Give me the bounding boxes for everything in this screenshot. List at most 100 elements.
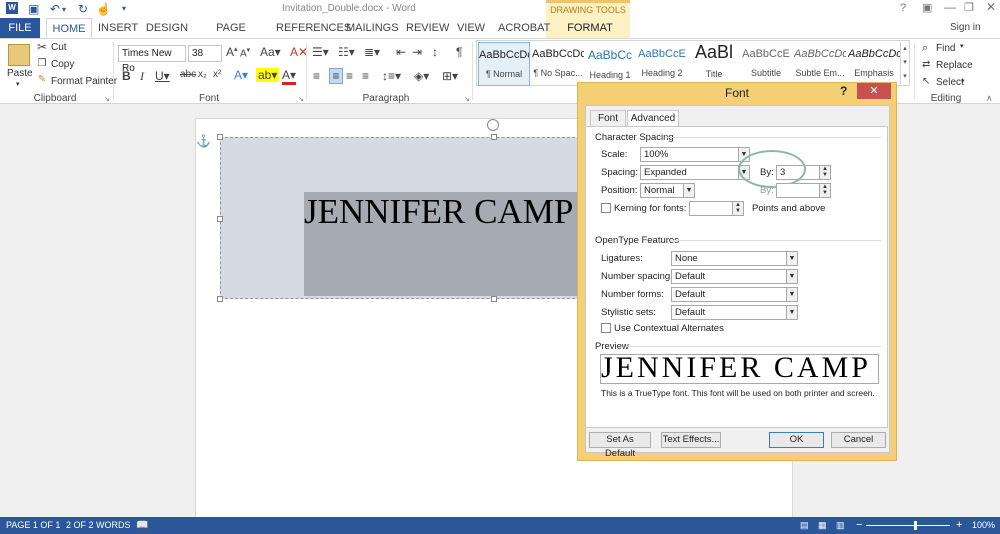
borders-icon[interactable]: ⊞▾	[442, 69, 458, 83]
decrease-indent-icon[interactable]: ⇤	[396, 45, 406, 59]
set-as-default-button[interactable]: Set As Default	[589, 432, 651, 459]
cancel-button[interactable]: Cancel	[831, 432, 886, 448]
zoom-in-button[interactable]: +	[956, 517, 962, 534]
line-spacing-icon[interactable]: ↕≡▾	[382, 69, 401, 83]
select-dropdown-icon[interactable]: ▾	[961, 77, 965, 85]
tab-file[interactable]: FILE	[0, 18, 40, 38]
collapse-ribbon-icon[interactable]: ∧	[986, 93, 993, 104]
copy-button[interactable]: Copy	[51, 59, 74, 70]
dialog-help-icon[interactable]: ?	[840, 84, 847, 98]
justify-icon[interactable]: ≡	[362, 69, 369, 83]
show-hide-marks-icon[interactable]: ¶	[456, 45, 462, 59]
tab-review[interactable]: REVIEW	[406, 18, 449, 38]
font-name-combo[interactable]: Times New Ro	[118, 45, 186, 74]
touch-mode-icon[interactable]: ☝	[96, 2, 111, 16]
contextual-alternates-checkbox[interactable]	[601, 323, 611, 333]
find-icon[interactable]: ⌕	[922, 42, 928, 55]
underline-icon[interactable]: U▾	[155, 69, 170, 83]
styles-scroll[interactable]: ▴ ▾ ▾	[900, 42, 909, 84]
text-effects-button[interactable]: Text Effects...	[661, 432, 721, 448]
resize-handle[interactable]	[491, 134, 497, 140]
tab-home[interactable]: HOME	[46, 18, 92, 38]
tab-format[interactable]: FORMAT	[566, 18, 614, 38]
tab-advanced[interactable]: Advanced	[627, 110, 679, 127]
shrink-font-icon[interactable]: A▾	[240, 46, 250, 59]
find-dropdown-icon[interactable]: ▾	[960, 42, 964, 50]
web-layout-icon[interactable]: ▥	[836, 517, 845, 534]
subscript-icon[interactable]: x₂	[198, 69, 207, 80]
zoom-out-button[interactable]: −	[856, 517, 862, 534]
style-title[interactable]: AaBl Title	[688, 42, 740, 86]
number-forms-select[interactable]: Default ▼	[671, 287, 798, 302]
tab-view[interactable]: VIEW	[456, 18, 486, 38]
restore-icon[interactable]: ❐	[964, 1, 974, 14]
tab-mailings[interactable]: MAILINGS	[346, 18, 399, 38]
close-window-icon[interactable]: ✕	[986, 0, 996, 14]
font-launcher-icon[interactable]: ↘	[298, 95, 304, 103]
by2-spinner[interactable]: ▲ ▼	[776, 183, 831, 198]
resize-handle[interactable]	[217, 216, 223, 222]
minimize-icon[interactable]: —	[944, 0, 956, 14]
style-heading-1[interactable]: AaBbCc Heading 1	[584, 42, 636, 86]
paste-button[interactable]: Paste	[7, 68, 33, 79]
help-icon[interactable]: ?	[900, 2, 906, 14]
style-emphasis[interactable]: AaBbCcDc Emphasis	[848, 42, 900, 86]
multilevel-list-icon[interactable]: ≣▾	[364, 45, 380, 59]
rotate-handle-icon[interactable]	[487, 119, 499, 131]
format-painter-icon[interactable]: ✎	[36, 74, 48, 85]
italic-icon[interactable]: I	[140, 69, 144, 84]
spinner-arrows-icon[interactable]: ▲ ▼	[732, 202, 743, 215]
grow-font-icon[interactable]: A▴	[226, 45, 238, 59]
sort-icon[interactable]: ↕	[432, 45, 438, 59]
strikethrough-icon[interactable]: abc	[180, 69, 196, 80]
clipboard-launcher-icon[interactable]: ↘	[104, 95, 110, 103]
copy-icon[interactable]: ❐	[36, 58, 48, 69]
tab-design[interactable]: DESIGN	[144, 18, 190, 38]
style-normal[interactable]: AaBbCcDc ¶ Normal	[478, 42, 530, 86]
text-effects-icon[interactable]: A▾	[234, 68, 248, 82]
tab-font-dialog[interactable]: Font	[590, 110, 626, 127]
bullets-icon[interactable]: ☰▾	[312, 45, 329, 59]
superscript-icon[interactable]: x²	[213, 69, 221, 80]
change-case-icon[interactable]: Aa▾	[260, 45, 281, 59]
number-spacing-select[interactable]: Default ▼	[671, 269, 798, 284]
document-text[interactable]: JENNIFER CAMP	[304, 192, 580, 232]
undo-icon[interactable]: ↶	[50, 2, 60, 16]
save-icon[interactable]: ▣	[28, 2, 39, 16]
word-count[interactable]: 2 OF 2 WORDS	[66, 517, 131, 534]
paste-dropdown-icon[interactable]: ▾	[16, 80, 20, 88]
scale-select[interactable]: 100% ▼	[640, 147, 750, 162]
select-icon[interactable]: ↖	[922, 76, 930, 87]
position-select[interactable]: Normal ▼	[640, 183, 695, 198]
format-painter-button[interactable]: Format Painter	[51, 76, 117, 87]
paragraph-launcher-icon[interactable]: ↘	[464, 95, 470, 103]
ok-button[interactable]: OK	[769, 432, 824, 448]
resize-handle[interactable]	[217, 296, 223, 302]
spinner-arrows-icon[interactable]: ▲ ▼	[819, 166, 830, 179]
replace-button[interactable]: Replace	[936, 60, 973, 71]
dialog-close-button[interactable]: ✕	[857, 83, 891, 99]
style-subtitle[interactable]: AaBbCcE Subtitle	[740, 42, 792, 86]
find-button[interactable]: Find	[936, 43, 955, 54]
align-right-icon[interactable]: ≡	[346, 69, 353, 83]
spinner-arrows-icon[interactable]: ▲ ▼	[819, 184, 830, 197]
sign-in-link[interactable]: Sign in	[950, 22, 981, 33]
zoom-thumb[interactable]	[914, 521, 917, 530]
style-no-spacing[interactable]: AaBbCcDc ¶ No Spac...	[532, 42, 584, 86]
align-left-icon[interactable]: ≡	[313, 69, 320, 83]
tab-references[interactable]: REFERENCES	[276, 18, 351, 38]
tab-page-layout[interactable]: PAGE LAYOUT	[198, 18, 264, 54]
bold-icon[interactable]: B	[122, 69, 131, 83]
proofing-icon[interactable]: 📖	[136, 517, 148, 534]
cut-button[interactable]: Cut	[51, 42, 67, 53]
shading-icon[interactable]: ◈▾	[414, 69, 429, 83]
stylistic-sets-select[interactable]: Default ▼	[671, 305, 798, 320]
read-mode-icon[interactable]: ▤	[800, 517, 809, 534]
resize-handle[interactable]	[491, 296, 497, 302]
ligatures-select[interactable]: None ▼	[671, 251, 798, 266]
font-color-icon[interactable]: A▾	[282, 68, 297, 85]
font-size-combo[interactable]: 38	[188, 45, 222, 62]
zoom-slider[interactable]	[866, 525, 950, 526]
tab-insert[interactable]: INSERT	[98, 18, 138, 38]
kerning-spinner[interactable]: ▲ ▼	[689, 201, 744, 216]
